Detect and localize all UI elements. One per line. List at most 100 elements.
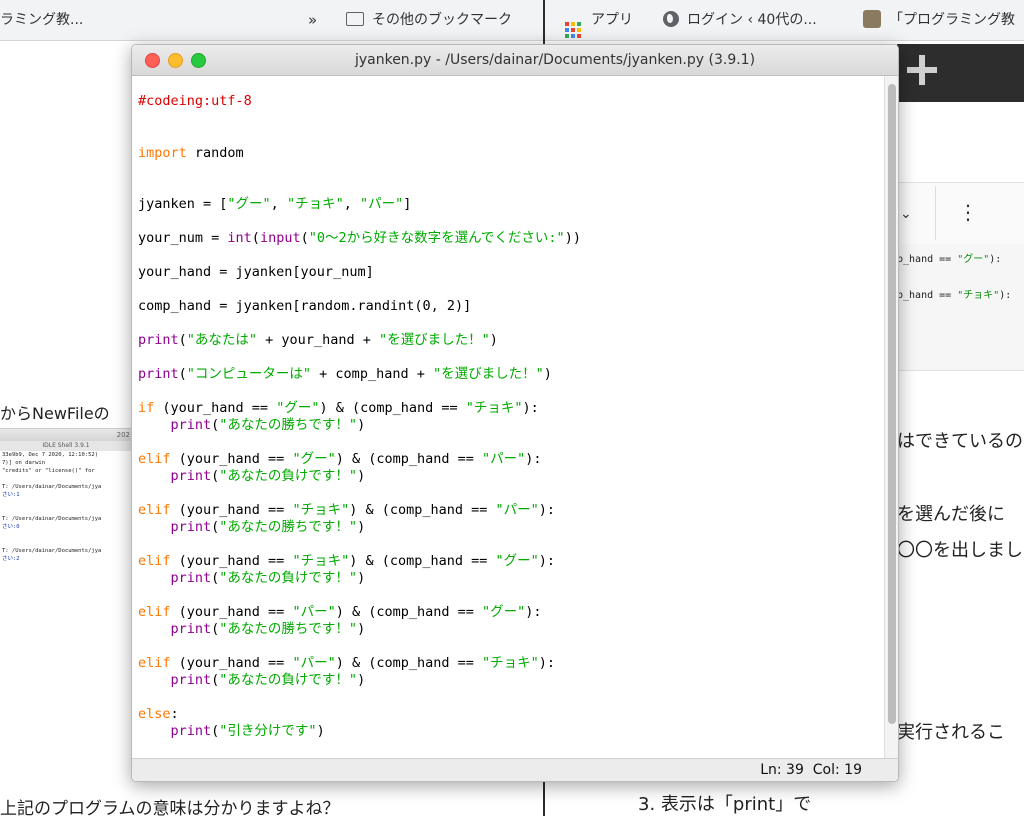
code-token-string: "あなたは" bbox=[186, 332, 258, 348]
code-line[interactable]: print("あなたは" + your_hand + "を選びました！") bbox=[138, 331, 498, 349]
thumbnail-titlebar: 202 bbox=[0, 429, 132, 441]
programming-bookmark[interactable]: 「プログラミング教 bbox=[863, 0, 1015, 40]
code-line[interactable]: print("あなたの勝ちです！") bbox=[138, 620, 366, 638]
window-titlebar[interactable]: jyanken.py - /Users/dainar/Documents/jya… bbox=[132, 45, 898, 76]
code-line[interactable]: elif (your_hand == "パー") & (comp_hand ==… bbox=[138, 654, 555, 672]
code-token: ( bbox=[178, 332, 187, 348]
code-token-string: "あなたの勝ちです！" bbox=[219, 519, 358, 535]
code-line[interactable]: print("あなたの勝ちです！") bbox=[138, 416, 366, 434]
code-token: , bbox=[270, 196, 287, 212]
code-token: (your_hand == bbox=[154, 400, 277, 416]
code-token: ) & (comp_hand == bbox=[335, 451, 483, 467]
code-token-keyword: elif bbox=[138, 502, 171, 518]
snippet-text: p_hand == bbox=[897, 290, 958, 301]
code-line[interactable]: elif (your_hand == "パー") & (comp_hand ==… bbox=[138, 603, 542, 621]
code-token-string: "チョキ" bbox=[465, 400, 523, 416]
code-token-string: "あなたの勝ちです！" bbox=[219, 621, 358, 637]
thumbnail-year-fragment: 202 bbox=[116, 431, 130, 439]
apps-label: アプリ bbox=[591, 12, 633, 28]
code-line[interactable]: elif (your_hand == "グー") & (comp_hand ==… bbox=[138, 450, 542, 468]
scrollbar-thumb[interactable] bbox=[888, 84, 896, 724]
line-label: Ln: bbox=[760, 762, 782, 778]
code-token: ) bbox=[357, 621, 366, 637]
code-line[interactable]: print("あなたの負けです！") bbox=[138, 671, 366, 689]
code-token-string: "あなたの勝ちです！" bbox=[219, 417, 358, 433]
code-line[interactable]: jyanken = ["グー", "チョキ", "パー"] bbox=[138, 195, 411, 213]
code-token-keyword: if bbox=[138, 400, 155, 416]
code-line[interactable]: import random bbox=[138, 144, 244, 162]
minimize-window-button[interactable] bbox=[168, 53, 183, 68]
more-options-icon[interactable]: ⋮ bbox=[958, 200, 978, 224]
code-line[interactable]: if (your_hand == "グー") & (comp_hand == "… bbox=[138, 399, 539, 417]
chevron-down-icon[interactable]: ⌄ bbox=[900, 206, 912, 222]
code-token-string: "チョキ" bbox=[286, 196, 344, 212]
thumbnail-line: T: /Users/dainar/Documents/jya bbox=[2, 516, 102, 522]
code-line[interactable]: #codeing:utf-8 bbox=[138, 92, 252, 110]
thumbnail-line bbox=[0, 539, 132, 547]
code-token-string: "あなたの負けです！" bbox=[219, 570, 358, 586]
code-token: ): bbox=[538, 553, 556, 569]
code-line[interactable]: print("あなたの負けです！") bbox=[138, 467, 366, 485]
code-token-comment: #codeing:utf-8 bbox=[138, 93, 252, 109]
code-token-string: "パー" bbox=[359, 196, 404, 212]
code-line[interactable]: elif (your_hand == "チョキ") & (comp_hand =… bbox=[138, 552, 555, 570]
code-token-string: "引き分けです" bbox=[219, 723, 317, 739]
code-token-string: "グー" bbox=[292, 451, 336, 467]
bookmark-tab-fragment[interactable]: ラミング教... bbox=[0, 0, 83, 40]
code-editor[interactable]: #codeing:utf-8 import random jyanken = ["グ… bbox=[132, 76, 884, 758]
code-line[interactable]: else: bbox=[138, 705, 179, 723]
code-token: ) bbox=[489, 332, 498, 348]
code-line[interactable]: your_hand = jyanken[your_num] bbox=[138, 263, 374, 281]
code-token: ) bbox=[357, 417, 366, 433]
code-line[interactable]: your_num = int(input("0〜2から好きな数字を選んでください… bbox=[138, 229, 581, 247]
apps-bookmark[interactable]: アプリ bbox=[565, 0, 633, 40]
snippet-text: ): bbox=[989, 254, 1002, 265]
code-token-keyword: elif bbox=[138, 451, 171, 467]
code-token: ( bbox=[251, 230, 260, 246]
code-token-string: "グー" bbox=[276, 400, 320, 416]
code-token: ) bbox=[357, 468, 366, 484]
code-token-string: "グー" bbox=[495, 553, 539, 569]
plus-icon[interactable] bbox=[905, 53, 939, 87]
code-line[interactable]: print("コンピューターは" + comp_hand + "を選びました！"… bbox=[138, 365, 552, 383]
column-number: 19 bbox=[844, 762, 862, 778]
code-token: ): bbox=[538, 655, 556, 671]
right-article-bottom-text: 3. 表示は「print」で bbox=[638, 794, 812, 815]
code-token: ] bbox=[403, 196, 412, 212]
code-token: : bbox=[170, 706, 179, 722]
thumbnail-line: さい:2 bbox=[2, 556, 20, 562]
zoom-window-button[interactable] bbox=[191, 53, 206, 68]
thumbnail-line bbox=[0, 531, 132, 539]
bookmarks-overflow-chevron[interactable]: » bbox=[308, 0, 317, 40]
code-line[interactable]: comp_hand = jyanken[random.randint(0, 2)… bbox=[138, 297, 471, 315]
code-token-builtin: print bbox=[170, 621, 212, 637]
code-token-string: "パー" bbox=[292, 604, 336, 620]
close-window-button[interactable] bbox=[145, 53, 160, 68]
code-token: ) bbox=[357, 519, 366, 535]
other-bookmarks-item[interactable]: その他のブックマーク bbox=[346, 0, 512, 40]
thumbnail-line bbox=[0, 475, 132, 483]
code-token: your_hand = jyanken[your_num] bbox=[138, 264, 374, 280]
code-token-builtin: print bbox=[170, 723, 212, 739]
code-token-string: "パー" bbox=[292, 655, 336, 671]
code-line[interactable]: print("あなたの勝ちです！") bbox=[138, 518, 366, 536]
code-line[interactable]: print("あなたの負けです！") bbox=[138, 569, 366, 587]
code-token-string: "グー" bbox=[227, 196, 271, 212]
code-line[interactable]: print("引き分けです") bbox=[138, 722, 325, 740]
code-token-string: "チョキ" bbox=[482, 655, 539, 671]
snippet-string: "チョキ" bbox=[957, 290, 1000, 301]
vertical-scrollbar[interactable] bbox=[884, 76, 898, 758]
code-token: ( bbox=[178, 366, 187, 382]
code-token-string: "あなたの負けです！" bbox=[219, 468, 358, 484]
thumbnail-line: 33e9b9, Dec 7 2020, 12:10:52) bbox=[2, 452, 99, 458]
toolbar-separator bbox=[935, 186, 936, 240]
code-token-keyword: else bbox=[138, 706, 171, 722]
code-line[interactable]: elif (your_hand == "チョキ") & (comp_hand =… bbox=[138, 501, 555, 519]
login-bookmark[interactable]: ログイン ‹ 40代の... bbox=[663, 0, 817, 40]
code-token-keyword: elif bbox=[138, 553, 171, 569]
